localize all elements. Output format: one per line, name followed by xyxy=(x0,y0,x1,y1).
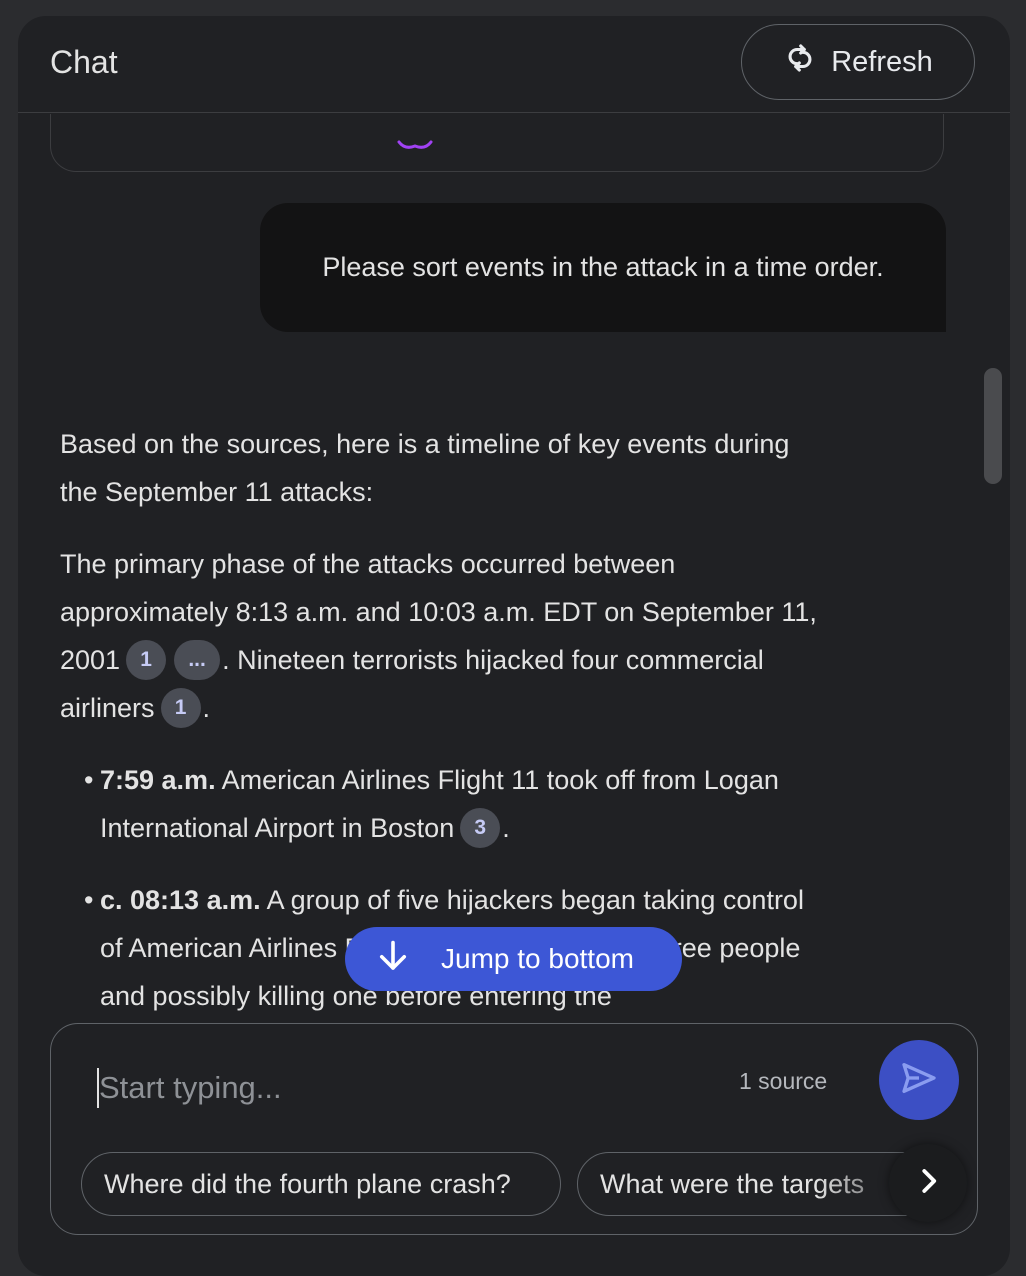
user-message-text: Please sort events in the attack in a ti… xyxy=(322,252,884,282)
response-text: . xyxy=(202,693,211,723)
suggestion-chip[interactable]: Where did the fourth plane crash? xyxy=(81,1152,561,1216)
sparkle-icon xyxy=(397,140,433,149)
citation-chip[interactable]: 1 xyxy=(126,639,167,680)
chevron-right-icon xyxy=(913,1166,943,1201)
list-item: • 7:59 a.m. American Airlines Flight 11 … xyxy=(60,756,830,852)
bullet: • xyxy=(84,885,94,915)
refresh-button[interactable]: Refresh xyxy=(741,24,975,100)
event-time: c. 08:13 a.m. xyxy=(100,885,261,915)
response-paragraph: The primary phase of the attacks occurre… xyxy=(60,540,830,732)
send-button[interactable] xyxy=(879,1040,959,1120)
event-time: 7:59 a.m. xyxy=(100,765,216,795)
response-intro: Based on the sources, here is a timeline… xyxy=(60,429,790,507)
citation-more-chip[interactable]: ... xyxy=(174,639,221,680)
source-count: 1 source xyxy=(739,1068,828,1094)
chat-composer: 1 source Where did the fourth plane cras… xyxy=(50,1023,978,1235)
chat-panel: Chat Refresh Please sort events in the a… xyxy=(18,16,1010,1276)
refresh-icon xyxy=(783,41,817,83)
event-text-end: . xyxy=(502,813,510,843)
scrollbar-thumb[interactable] xyxy=(984,368,1002,484)
chat-input[interactable] xyxy=(97,1062,701,1114)
user-message-bubble: Please sort events in the attack in a ti… xyxy=(260,203,946,332)
previous-message-card xyxy=(50,114,944,172)
arrow-down-icon xyxy=(375,938,411,981)
jump-to-bottom-button[interactable]: Jump to bottom xyxy=(345,927,682,991)
bullet: • xyxy=(84,765,94,795)
citation-chip[interactable]: 1 xyxy=(160,687,201,728)
citation-chip[interactable]: 3 xyxy=(460,807,501,848)
next-suggestions-button[interactable] xyxy=(889,1144,967,1222)
chat-header: Chat Refresh xyxy=(18,16,1010,113)
page-title: Chat xyxy=(50,44,118,80)
refresh-label: Refresh xyxy=(831,45,933,78)
suggestion-label: Where did the fourth plane crash? xyxy=(104,1168,511,1199)
send-icon xyxy=(899,1058,939,1103)
jump-to-bottom-label: Jump to bottom xyxy=(441,943,634,974)
